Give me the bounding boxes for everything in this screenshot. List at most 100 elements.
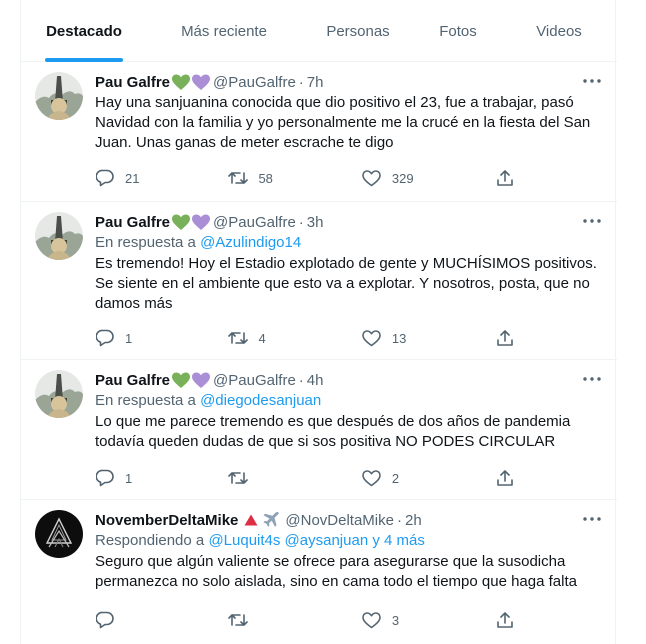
timestamp[interactable]: 3h [307, 214, 324, 231]
tweet[interactable]: NovemberDeltaMike @NovDeltaMike · 2h Res… [21, 500, 617, 644]
tab-mas-reciente[interactable]: Más reciente [147, 0, 301, 62]
share-button[interactable] [495, 328, 525, 348]
purple-heart-icon [192, 74, 211, 91]
timestamp[interactable]: 2h [405, 512, 422, 529]
avatar[interactable] [35, 510, 83, 558]
reply-icon [95, 610, 115, 630]
like-count: 13 [391, 330, 407, 346]
separator: · [298, 213, 304, 231]
share-icon [495, 468, 515, 488]
share-button[interactable] [495, 610, 525, 630]
more-options-icon[interactable] [581, 70, 603, 92]
reply-prefix: En respuesta a [95, 392, 196, 409]
tweet-actions: 1 4 13 [95, 328, 525, 348]
reply-count: 1 [125, 330, 133, 346]
red-triangle-icon [244, 514, 258, 526]
green-heart-icon [172, 214, 191, 231]
reply-icon [95, 328, 115, 348]
more-options-icon[interactable] [581, 508, 603, 530]
reply-mention-link[interactable]: @Azulindigo14 [200, 234, 301, 251]
tweet-header: Pau Galfre @PauGalfre · 3h [95, 212, 603, 232]
heart-icon [362, 328, 382, 348]
reply-mention-link[interactable]: @diegodesanjuan [200, 392, 321, 409]
heart-icon [362, 468, 382, 488]
like-button[interactable]: 13 [362, 328, 495, 348]
tab-personas[interactable]: Personas [301, 0, 415, 62]
tab-label: Videos [536, 22, 582, 40]
tab-fotos[interactable]: Fotos [415, 0, 501, 62]
airplane-icon [262, 511, 280, 529]
reply-button[interactable] [95, 610, 228, 630]
separator: · [396, 511, 402, 529]
tab-label: Destacado [46, 22, 122, 40]
retweet-button[interactable] [228, 468, 361, 488]
reply-button[interactable]: 1 [95, 468, 228, 488]
like-count: 2 [391, 470, 400, 486]
tab-videos[interactable]: Videos [501, 0, 617, 62]
tweet-text: Lo que me parece tremendo es que después… [95, 413, 571, 450]
more-options-icon[interactable] [581, 210, 603, 232]
tweet-text: Hay una sanjuanina conocida que dio posi… [95, 94, 591, 151]
tweet-actions: 21 58 329 [95, 168, 525, 188]
retweet-count: 4 [258, 330, 266, 346]
separator: · [298, 73, 304, 91]
tweet-header: Pau Galfre @PauGalfre · 4h [95, 370, 603, 390]
reply-prefix: Respondiendo a [95, 532, 205, 549]
like-button[interactable]: 329 [362, 168, 495, 188]
reply-prefix: En respuesta a [95, 234, 196, 251]
tab-label: Fotos [439, 22, 477, 40]
display-name[interactable]: Pau Galfre [95, 372, 170, 389]
like-button[interactable]: 3 [362, 610, 495, 630]
share-icon [495, 610, 515, 630]
display-name[interactable]: NovemberDeltaMike [95, 512, 238, 529]
display-name[interactable]: Pau Galfre [95, 214, 170, 231]
retweet-button[interactable] [228, 610, 361, 630]
retweet-count: 58 [258, 170, 273, 186]
tweet[interactable]: Pau Galfre @PauGalfre · 4h En respuesta … [21, 360, 617, 500]
avatar[interactable] [35, 72, 83, 120]
purple-heart-icon [192, 214, 211, 231]
reply-context: Respondiendo a @Luquit4s @aysanjuan y 4 … [95, 530, 603, 551]
reply-context: En respuesta a @diegodesanjuan [95, 390, 603, 411]
reply-mention-link[interactable]: @Luquit4s @aysanjuan y 4 más [208, 532, 424, 549]
display-name[interactable]: Pau Galfre [95, 74, 170, 91]
green-heart-icon [172, 372, 191, 389]
more-options-icon[interactable] [581, 368, 603, 390]
reply-button[interactable]: 21 [95, 168, 228, 188]
tab-destacado[interactable]: Destacado [21, 0, 147, 62]
handle[interactable]: @PauGalfre [213, 74, 296, 91]
tweet-text: Seguro que algún valiente se ofrece para… [95, 553, 577, 590]
tweet-actions: 1 2 [95, 468, 525, 488]
tab-label: Más reciente [181, 22, 267, 40]
reply-context: En respuesta a @Azulindigo14 [95, 232, 603, 253]
retweet-button[interactable]: 4 [228, 328, 361, 348]
tweet-header: NovemberDeltaMike @NovDeltaMike · 2h [95, 510, 603, 530]
handle[interactable]: @NovDeltaMike [285, 512, 394, 529]
share-button[interactable] [495, 468, 525, 488]
reply-icon [95, 468, 115, 488]
heart-icon [362, 168, 382, 188]
purple-heart-icon [192, 372, 211, 389]
tab-label: Personas [326, 22, 390, 40]
share-icon [495, 328, 515, 348]
timestamp[interactable]: 4h [307, 372, 324, 389]
separator: · [298, 371, 304, 389]
share-button[interactable] [495, 168, 525, 188]
like-button[interactable]: 2 [362, 468, 495, 488]
tweet-text: Es tremendo! Hoy el Estadio explotado de… [95, 255, 597, 312]
tweet[interactable]: Pau Galfre @PauGalfre · 3h En respuesta … [21, 202, 617, 360]
avatar[interactable] [35, 212, 83, 260]
retweet-icon [228, 168, 249, 188]
retweet-icon [228, 468, 249, 488]
retweet-button[interactable]: 58 [228, 168, 361, 188]
search-tabs: Destacado Más reciente Personas Fotos Vi… [21, 0, 617, 62]
reply-button[interactable]: 1 [95, 328, 228, 348]
handle[interactable]: @PauGalfre [213, 372, 296, 389]
timestamp[interactable]: 7h [307, 74, 324, 91]
timeline-column: Destacado Más reciente Personas Fotos Vi… [20, 0, 617, 644]
avatar[interactable] [35, 370, 83, 418]
handle[interactable]: @PauGalfre [213, 214, 296, 231]
green-heart-icon [172, 74, 191, 91]
tweet[interactable]: Pau Galfre @PauGalfre · 7h Hay una sanju… [21, 62, 617, 202]
heart-icon [362, 610, 382, 630]
